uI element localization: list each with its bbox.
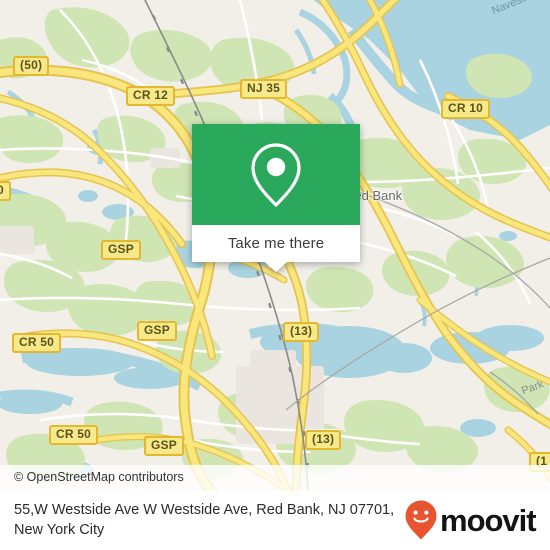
road-shield: GSP	[137, 321, 177, 341]
road-shield: (13)	[283, 322, 320, 342]
road-shield: CR 50	[49, 425, 99, 445]
road-shield: (50)	[13, 56, 50, 76]
moovit-logo[interactable]: moovit	[404, 499, 537, 541]
moovit-wordmark: moovit	[440, 502, 537, 538]
road-shield: GSP	[144, 436, 184, 456]
take-me-there-label: Take me there	[227, 235, 325, 252]
address-text: 55,W Westside Ave W Westside Ave, Red Ba…	[14, 500, 404, 540]
screenshot-root: Red Bank Navesink Park (50) CR 12 NJ 35 …	[0, 0, 550, 550]
address-line-1: 55,W Westside Ave W Westside Ave, Red Ba…	[14, 502, 346, 518]
destination-card[interactable]: Take me there	[192, 124, 360, 272]
road-shield: (13)	[305, 430, 342, 450]
footer-bar: 55,W Westside Ave W Westside Ave, Red Ba…	[0, 490, 550, 550]
card-pointer-tail	[265, 262, 287, 272]
road-shield: CR 50	[12, 333, 62, 353]
map-attribution[interactable]: © OpenStreetMap contributors	[0, 465, 550, 490]
take-me-there-button[interactable]: Take me there	[192, 225, 360, 272]
map-pin-icon	[251, 142, 301, 207]
road-shield: NJ 35	[240, 79, 288, 99]
road-shield: 0	[0, 181, 11, 201]
road-shield: CR 12	[126, 86, 176, 106]
road-shield: GSP	[101, 240, 141, 260]
moovit-smiley-pin-icon	[405, 500, 437, 540]
road-shield: CR 10	[441, 99, 491, 119]
card-icon-area	[192, 124, 360, 225]
